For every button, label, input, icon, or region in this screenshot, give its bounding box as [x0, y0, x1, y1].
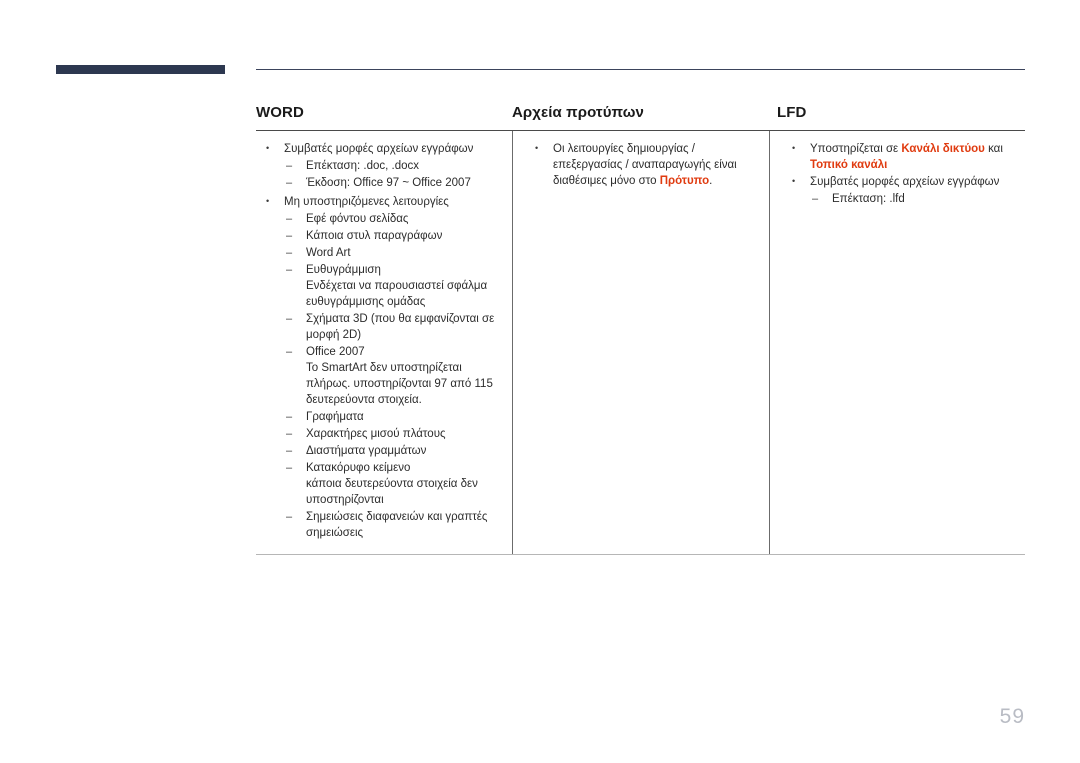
- sub-bullet-text: Επέκταση: .doc, .docx: [306, 160, 420, 172]
- sub-list: Επέκταση: .doc, .docx Έκδοση: Office 97 …: [284, 158, 502, 191]
- highlight-network-channel: Κανάλι δικτύου: [901, 143, 985, 155]
- sub-bullet-text: Word Art: [306, 247, 351, 259]
- list-item: Χαρακτήρες μισού πλάτους: [284, 426, 502, 442]
- sub-list: Εφέ φόντου σελίδας Κάποια στυλ παραγράφω…: [284, 211, 502, 541]
- sub-bullet-text: Κάποια στυλ παραγράφων: [306, 230, 443, 242]
- list-item: Ευθυγράμμιση Ενδέχεται να παρουσιαστεί σ…: [284, 262, 502, 310]
- sub-bullet-note: Ενδέχεται να παρουσιαστεί σφάλμα ευθυγρά…: [306, 280, 488, 308]
- compatibility-table: WORD Αρχεία προτύπων LFD Συμβατές μορφές…: [256, 92, 1025, 555]
- table-body-row: Συμβατές μορφές αρχείων εγγράφων Επέκτασ…: [256, 131, 1025, 554]
- list-item: Συμβατές μορφές αρχείων εγγράφων Επέκτασ…: [258, 140, 502, 191]
- bullet-text-before: Υποστηρίζεται σε: [810, 143, 902, 155]
- list-item: Υποστηρίζεται σε Κανάλι δικτύου και Τοπι…: [784, 140, 1015, 173]
- highlight-local-channel: Τοπικό κανάλι: [810, 159, 888, 171]
- list-item: Office 2007 Το SmartArt δεν υποστηρίζετα…: [284, 344, 502, 408]
- sub-bullet-note: Το SmartArt δεν υποστηρίζεται πλήρως. υπ…: [306, 362, 493, 406]
- list-item: Επέκταση: .doc, .docx: [284, 158, 502, 174]
- bullet-text: Μη υποστηριζόμενες λειτουργίες: [284, 196, 449, 208]
- table-cell-word: Συμβατές μορφές αρχείων εγγράφων Επέκτασ…: [256, 131, 512, 554]
- header-rule: [256, 69, 1025, 70]
- sub-bullet-text: Εφέ φόντου σελίδας: [306, 213, 409, 225]
- table-bottom-divider: [256, 554, 1025, 555]
- sub-bullet-text: Ευθυγράμμιση: [306, 264, 381, 276]
- sub-bullet-text: Office 2007: [306, 346, 365, 358]
- column-header-lfd: LFD: [777, 104, 807, 121]
- list-item: Κάποια στυλ παραγράφων: [284, 228, 502, 244]
- sub-bullet-note: κάποια δευτερεύοντα στοιχεία δεν υποστηρ…: [306, 478, 478, 506]
- sub-bullet-text: Διαστήματα γραμμάτων: [306, 445, 427, 457]
- list-item: Εφέ φόντου σελίδας: [284, 211, 502, 227]
- list-item: Μη υποστηριζόμενες λειτουργίες Εφέ φόντο…: [258, 193, 502, 541]
- list-item: Word Art: [284, 245, 502, 261]
- sub-list: Επέκταση: .lfd: [810, 191, 1015, 207]
- list-item: Επέκταση: .lfd: [810, 191, 1015, 207]
- list-item: Κατακόρυφο κείμενο κάποια δευτερεύοντα σ…: [284, 460, 502, 508]
- column-header-word: WORD: [256, 104, 304, 121]
- bullet-text: Συμβατές μορφές αρχείων εγγράφων: [284, 143, 474, 155]
- highlight-template: Πρότυπο: [659, 175, 710, 187]
- sub-bullet-text: Κατακόρυφο κείμενο: [306, 462, 411, 474]
- bullet-text: Συμβατές μορφές αρχείων εγγράφων: [810, 176, 1000, 188]
- bullet-text-after: .: [709, 175, 713, 187]
- sub-bullet-text: Σχήματα 3D (που θα εμφανίζονται σε μορφή…: [306, 313, 495, 341]
- table-cell-lfd: Υποστηρίζεται σε Κανάλι δικτύου και Τοπι…: [769, 131, 1025, 554]
- word-feature-list: Συμβατές μορφές αρχείων εγγράφων Επέκτασ…: [258, 140, 502, 541]
- table-header-row: WORD Αρχεία προτύπων LFD: [256, 92, 1025, 122]
- lfd-feature-list: Υποστηρίζεται σε Κανάλι δικτύου και Τοπι…: [784, 140, 1015, 207]
- table-cell-template-files: Οι λειτουργίες δημιουργίας / επεξεργασία…: [512, 131, 769, 554]
- template-feature-list: Οι λειτουργίες δημιουργίας / επεξεργασία…: [527, 140, 759, 189]
- list-item: Σημειώσεις διαφανειών και γραπτές σημειώ…: [284, 509, 502, 541]
- list-item: Οι λειτουργίες δημιουργίας / επεξεργασία…: [527, 140, 759, 189]
- list-item: Γραφήματα: [284, 409, 502, 425]
- list-item: Σχήματα 3D (που θα εμφανίζονται σε μορφή…: [284, 311, 502, 343]
- page-number: 59: [999, 705, 1025, 728]
- header-accent-bar: [56, 65, 225, 74]
- sub-bullet-text: Χαρακτήρες μισού πλάτους: [306, 428, 446, 440]
- sub-bullet-text: Έκδοση: Office 97 ~ Office 2007: [306, 177, 471, 189]
- list-item: Έκδοση: Office 97 ~ Office 2007: [284, 175, 502, 191]
- bullet-text-mid: και: [984, 143, 1003, 155]
- list-item: Συμβατές μορφές αρχείων εγγράφων Επέκτασ…: [784, 173, 1015, 207]
- sub-bullet-text: Επέκταση: .lfd: [832, 193, 905, 205]
- column-header-template-files: Αρχεία προτύπων: [512, 104, 644, 121]
- sub-bullet-text: Γραφήματα: [306, 411, 364, 423]
- sub-bullet-text: Σημειώσεις διαφανειών και γραπτές σημειώ…: [306, 511, 488, 539]
- list-item: Διαστήματα γραμμάτων: [284, 443, 502, 459]
